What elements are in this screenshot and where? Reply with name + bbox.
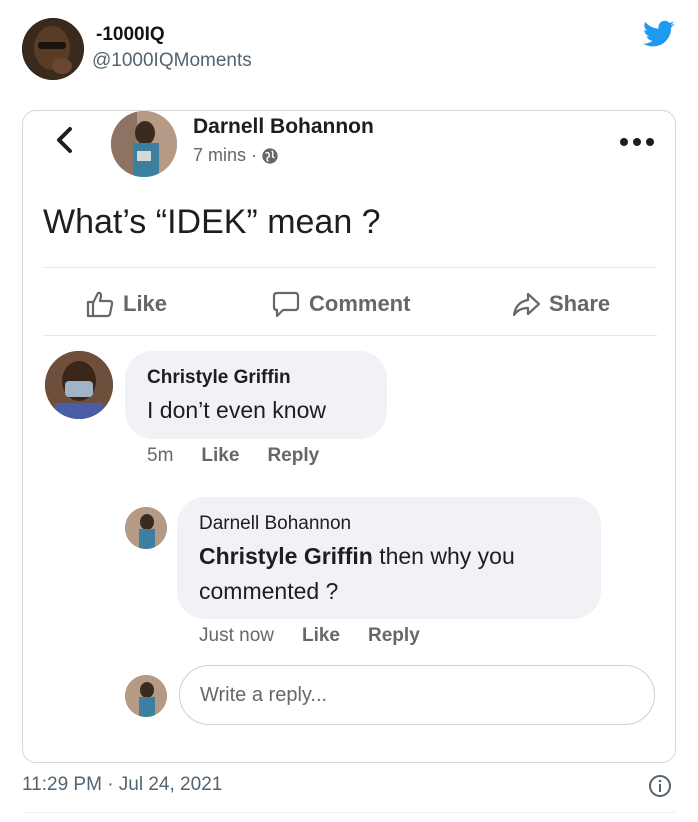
reply-time: Just now [199,625,274,646]
reply-author[interactable]: Darnell Bohannon [199,513,351,535]
info-icon[interactable] [648,774,672,798]
reply-like-button[interactable]: Like [302,625,340,647]
divider [43,267,657,268]
reply-text-line2: commented ? [199,578,339,604]
post-meta: 7 mins · [193,145,279,166]
reply-mention[interactable]: Christyle Griffin [199,543,373,569]
embedded-post-image: Darnell Bohannon 7 mins · What’s “IDEK” … [22,110,676,763]
twitter-bird-icon[interactable] [643,20,675,48]
tweet-header: -1000IQ @1000IQMoments [0,0,698,100]
comment-bubble-icon [272,291,300,318]
thumbs-up-icon [86,291,114,318]
share-arrow-icon [512,292,541,317]
tweet-handle[interactable]: @1000IQMoments [92,50,252,72]
comment-label: Comment [309,291,411,316]
poster-avatar[interactable] [111,111,177,177]
bottom-divider [22,812,676,813]
share-label: Share [549,291,611,316]
reply-author-avatar[interactable] [125,507,167,549]
reply-reply-button[interactable]: Reply [368,625,420,647]
comment-author[interactable]: Christyle Griffin [147,367,291,389]
post-time: 7 mins · [193,145,258,165]
reply-text: Christyle Griffin then why you [199,539,515,574]
divider [43,335,657,336]
like-label: Like [123,291,168,316]
more-options-icon[interactable] [619,137,655,147]
tweet-timestamp[interactable]: 11:29 PM · Jul 24, 2021 [22,774,222,796]
like-button[interactable]: Like [85,281,167,327]
poster-name[interactable]: Darnell Bohannon [193,115,374,139]
comment-text: I don’t even know [147,397,327,423]
comment-actions: 5m Like Reply [147,445,347,467]
post-text: What’s “IDEK” mean ? [43,203,381,241]
reply-actions: Just now Like Reply [199,625,448,647]
post-action-bar: Like Comment Share [23,281,675,327]
globe-icon [262,147,278,164]
write-reply-input[interactable]: Write a reply... [179,665,655,725]
comment-time: 5m [147,445,174,466]
current-user-avatar [125,675,167,717]
back-chevron-icon[interactable] [53,125,77,155]
reply-text-line1: then why you [372,543,515,569]
comment-reply-button[interactable]: Reply [267,445,319,467]
tweet-author-avatar[interactable] [22,18,84,80]
comment-button[interactable]: Comment [271,281,410,327]
share-button[interactable]: Share [511,281,610,327]
comment-like-button[interactable]: Like [201,445,239,467]
commenter-avatar[interactable] [45,351,113,419]
tweet-display-name[interactable]: -1000IQ [96,24,165,46]
